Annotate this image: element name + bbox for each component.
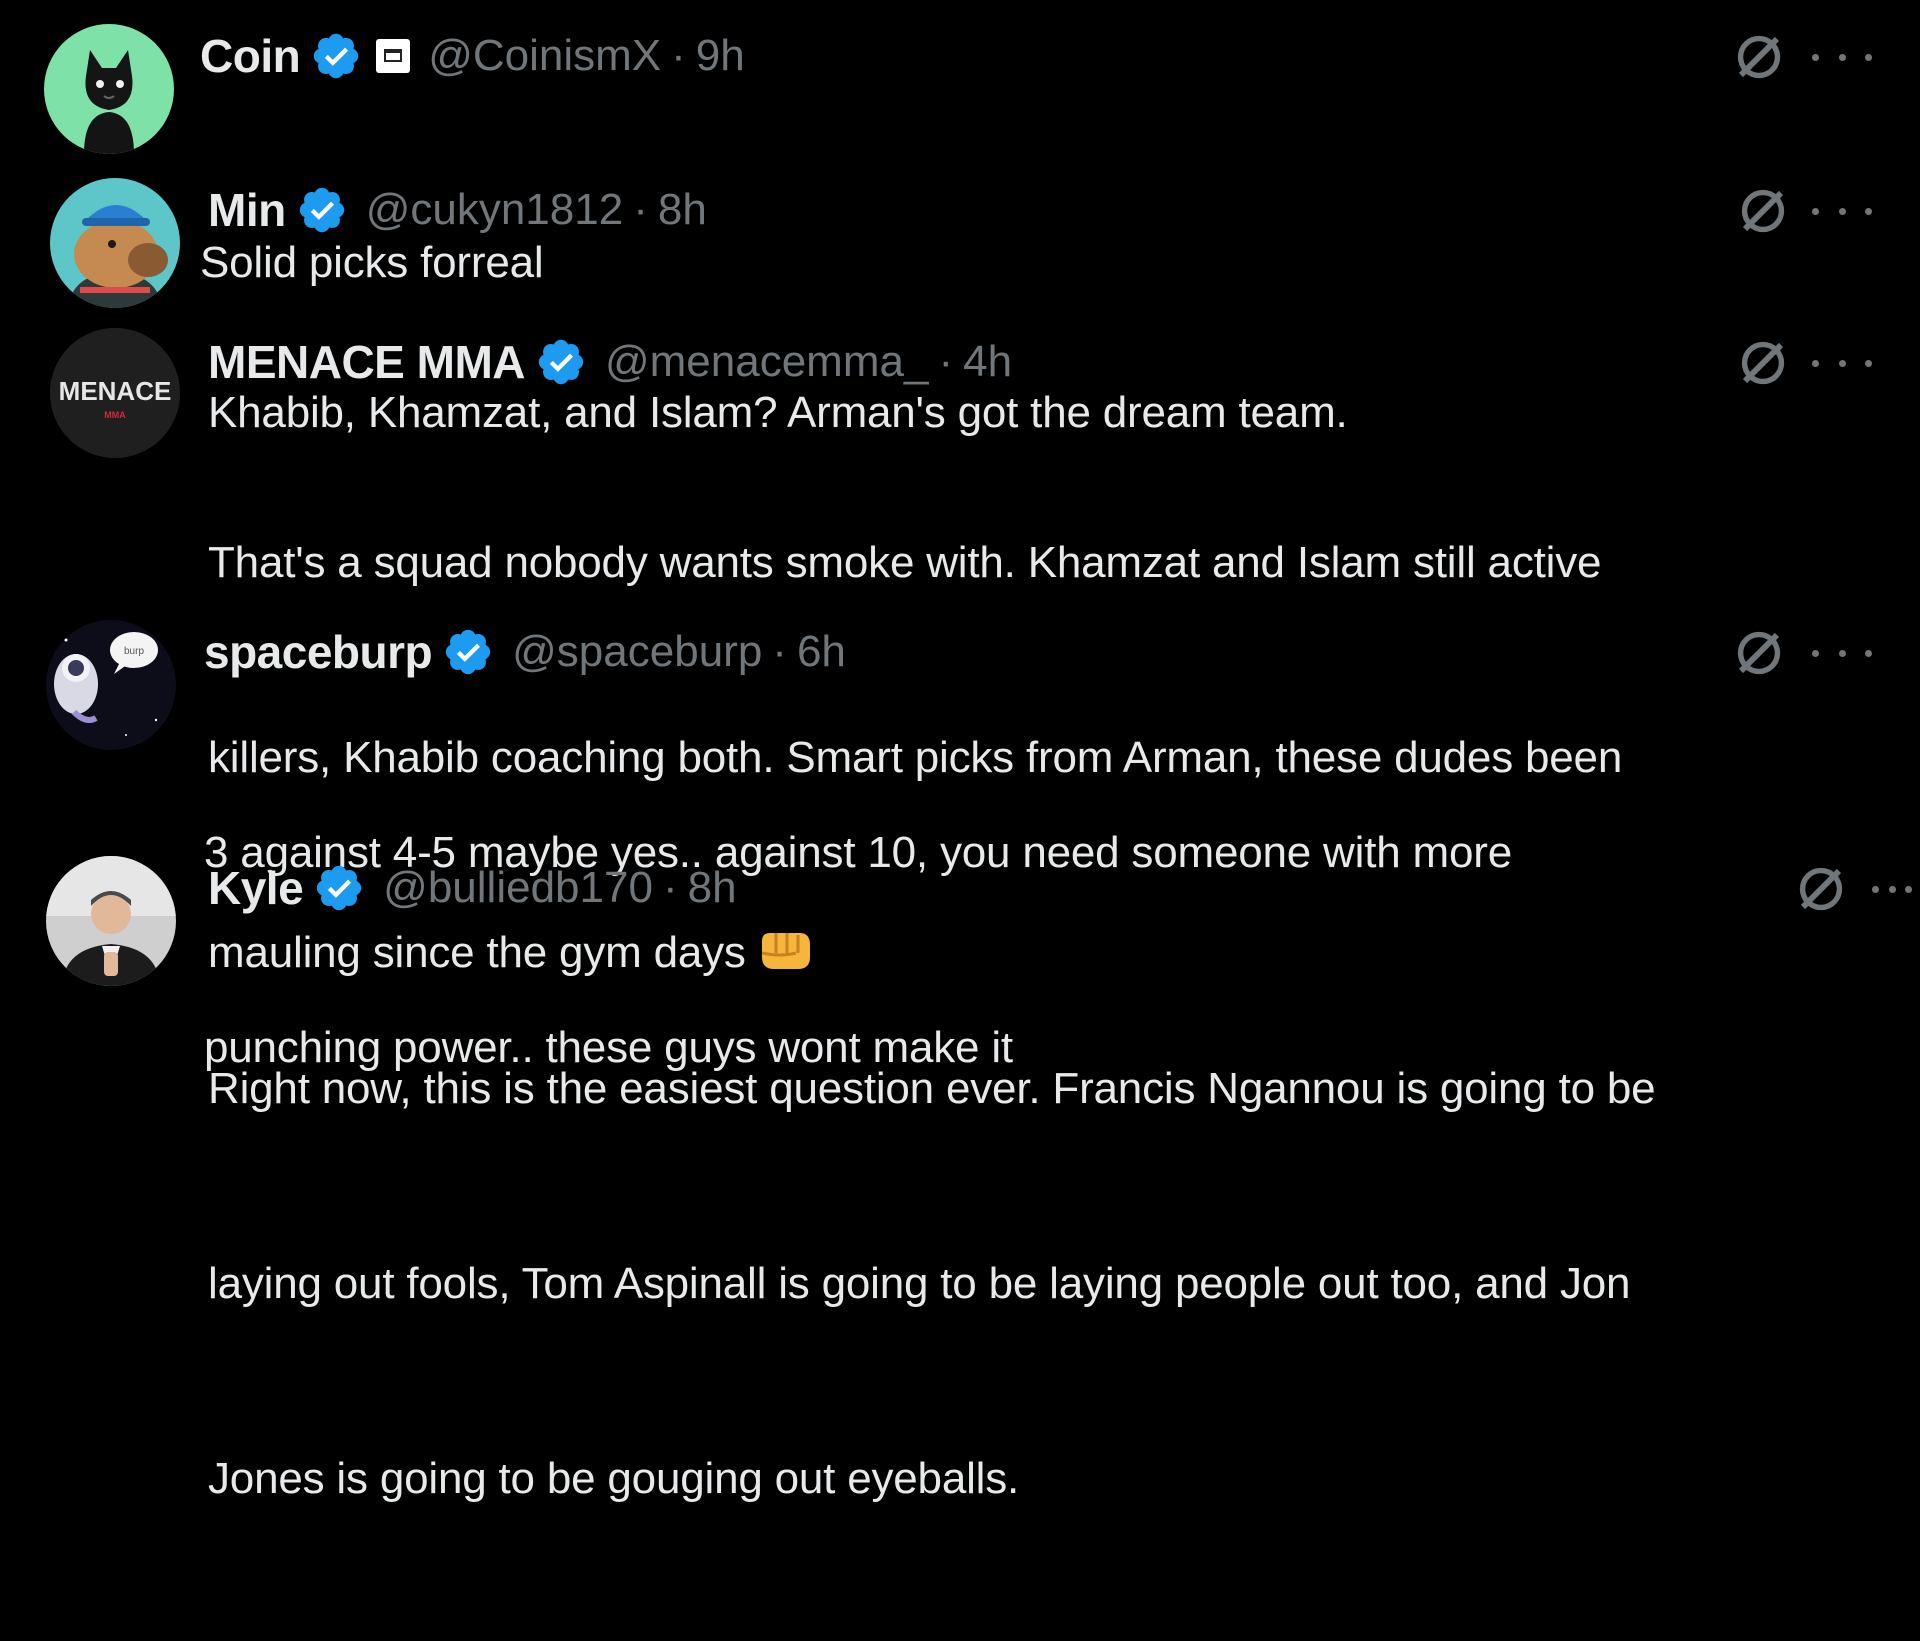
separator-dot: · (772, 627, 787, 676)
tweet-text: Right now, this is the easiest question … (208, 926, 1656, 1641)
tweet-header: Kyle @bulliedb170 · 8h (208, 858, 737, 918)
timestamp[interactable]: 6h (797, 627, 846, 677)
grok-icon[interactable] (1732, 30, 1786, 84)
separator-dot: · (671, 31, 686, 80)
display-name[interactable]: Min (208, 183, 286, 237)
user-handle[interactable]: @CoinismX (428, 31, 661, 81)
avatar[interactable] (50, 178, 180, 308)
tweet-text-line: That's a squad nobody wants smoke with. … (208, 538, 1602, 587)
display-name[interactable]: MENACE MMA (208, 335, 525, 389)
svg-text:burp: burp (124, 646, 144, 657)
astronaut-avatar-icon: burp (46, 620, 176, 750)
affiliate-badge-icon[interactable] (376, 39, 411, 73)
user-handle[interactable]: @bulliedb170 (383, 863, 653, 913)
timestamp[interactable]: 9h (696, 31, 745, 81)
man-in-suit-avatar-icon (46, 856, 176, 986)
verified-badge-icon (442, 626, 494, 678)
tweet-header: Coin @CoinismX · 9h (200, 26, 745, 86)
reply-feed: Coin @CoinismX · 9h Solid picks forreal (0, 0, 1920, 1503)
separator-dot: · (938, 337, 954, 386)
avatar[interactable] (44, 24, 174, 154)
more-options-icon[interactable] (1872, 879, 1912, 899)
verified-badge-icon (313, 862, 365, 914)
verified-badge-icon (535, 336, 587, 388)
separator-dot: · (662, 863, 678, 912)
tweet-header: spaceburp @spaceburp · 6h (204, 622, 846, 682)
grok-icon[interactable] (1732, 626, 1786, 680)
timestamp[interactable]: 8h (658, 185, 707, 235)
timestamp[interactable]: 8h (688, 863, 737, 913)
timestamp[interactable]: 4h (963, 337, 1012, 387)
svg-text:MMA: MMA (104, 410, 126, 420)
black-cat-avatar-icon (44, 24, 174, 154)
display-name[interactable]: Coin (200, 29, 301, 83)
tweet-text-line: Jones is going to be gouging out eyeball… (208, 1454, 1020, 1503)
tweet-header: Min @cukyn1812 · 8h (208, 180, 707, 240)
verified-badge-icon (310, 30, 362, 82)
user-handle[interactable]: @spaceburp (512, 627, 762, 677)
tweet-text-line: Right now, this is the easiest question … (208, 1064, 1656, 1113)
avatar[interactable]: burp (46, 620, 176, 750)
more-options-icon[interactable] (1812, 353, 1872, 373)
display-name[interactable]: spaceburp (204, 625, 433, 679)
more-options-icon[interactable] (1812, 201, 1872, 221)
more-options-icon[interactable] (1812, 47, 1872, 67)
menace-logo-icon: MENACE MMA (50, 328, 180, 458)
separator-dot: · (633, 185, 648, 234)
user-handle[interactable]: @cukyn1812 (366, 185, 624, 235)
grok-icon[interactable] (1736, 336, 1790, 390)
svg-text:MENACE: MENACE (59, 376, 172, 406)
avatar[interactable] (46, 856, 176, 986)
avatar[interactable]: MENACE MMA (50, 328, 180, 458)
user-handle[interactable]: @menacemma_ (605, 337, 928, 387)
display-name[interactable]: Kyle (208, 861, 304, 915)
tweet-text-line: laying out fools, Tom Aspinall is going … (208, 1259, 1631, 1308)
tweet-header: MENACE MMA @menacemma_ · 4h (208, 332, 1012, 392)
grok-icon[interactable] (1736, 184, 1790, 238)
verified-badge-icon (296, 184, 348, 236)
grok-icon[interactable] (1794, 862, 1848, 916)
more-options-icon[interactable] (1812, 643, 1872, 663)
capybara-avatar-icon (50, 178, 180, 308)
